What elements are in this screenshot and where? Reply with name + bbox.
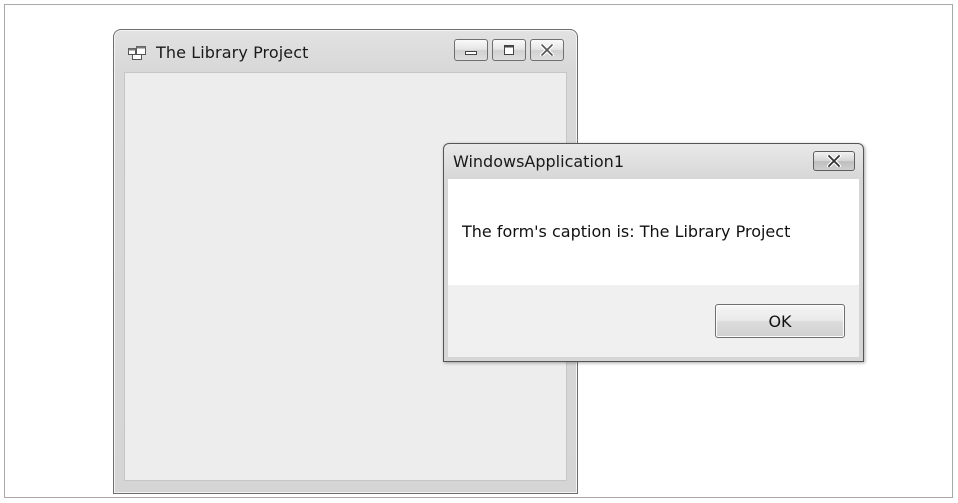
minimize-button[interactable] xyxy=(454,39,488,61)
message-box-dialog: WindowsApplication1 The form's caption i… xyxy=(443,143,864,362)
maximize-icon xyxy=(502,41,516,60)
form-title-bar[interactable]: The Library Project xyxy=(114,30,577,70)
screenshot-frame: The Library Project WindowsApplication1 … xyxy=(4,4,953,498)
form-title: The Library Project xyxy=(156,43,309,62)
minimize-icon xyxy=(464,41,478,60)
close-button[interactable] xyxy=(530,39,564,61)
message-text: The form's caption is: The Library Proje… xyxy=(462,222,791,241)
message-box-title: WindowsApplication1 xyxy=(453,152,624,171)
app-form-icon xyxy=(128,45,146,60)
maximize-button[interactable] xyxy=(492,39,526,61)
message-box-title-bar[interactable]: WindowsApplication1 xyxy=(444,144,863,178)
ok-button[interactable]: OK xyxy=(715,304,845,338)
close-icon xyxy=(826,152,842,171)
close-icon xyxy=(539,41,555,60)
caption-buttons xyxy=(454,39,564,61)
message-box-close-button[interactable] xyxy=(813,151,855,171)
message-box-footer: OK xyxy=(448,285,859,357)
